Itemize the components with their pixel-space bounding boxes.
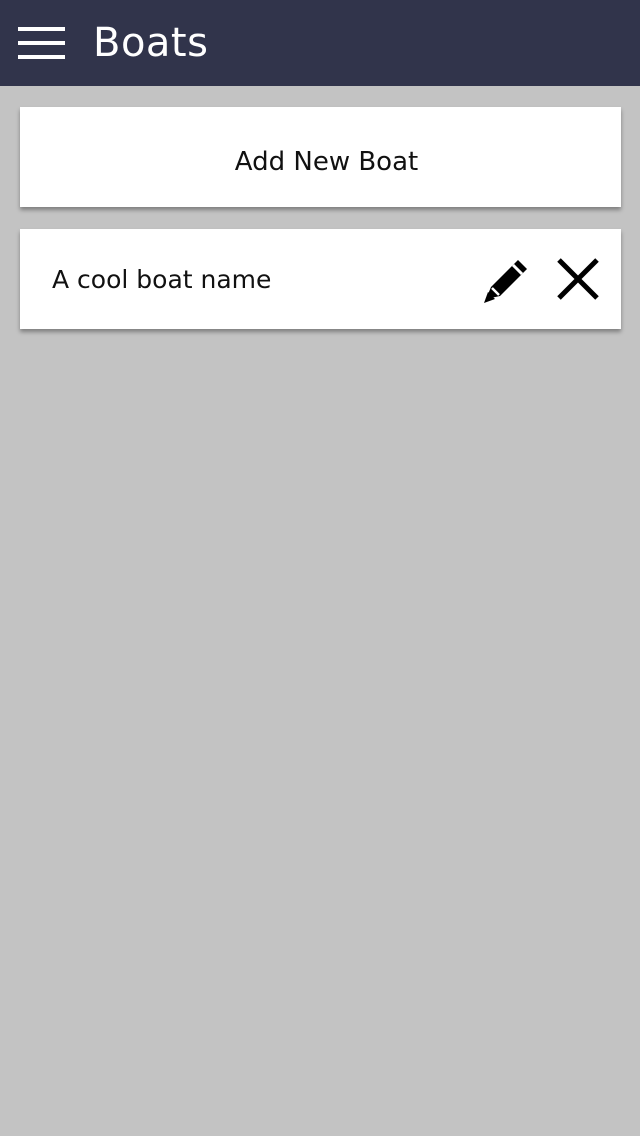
- boat-list-item[interactable]: A cool boat name: [20, 229, 621, 329]
- add-new-boat-button[interactable]: Add New Boat: [20, 107, 621, 207]
- add-new-boat-label: Add New Boat: [234, 147, 419, 177]
- close-icon: [557, 258, 599, 300]
- edit-boat-button[interactable]: [482, 255, 532, 305]
- page-title: Boats: [93, 20, 209, 66]
- delete-boat-button[interactable]: [554, 255, 604, 305]
- boat-name: A cool boat name: [52, 265, 272, 294]
- app-bar: Boats: [0, 0, 640, 86]
- pencil-icon: [484, 260, 527, 303]
- menu-button[interactable]: [18, 26, 65, 60]
